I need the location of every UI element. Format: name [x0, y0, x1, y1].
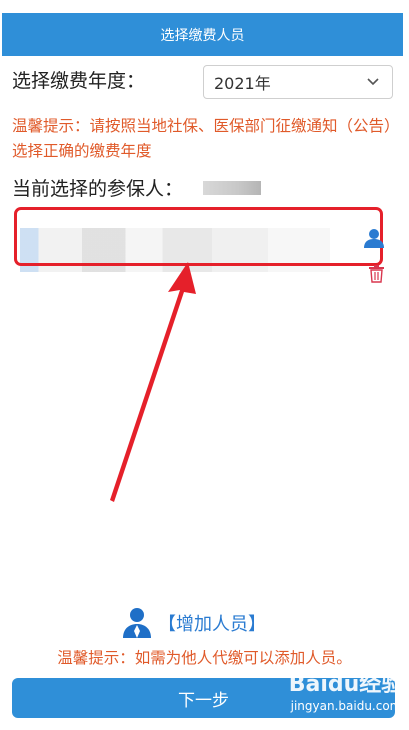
- annotation-highlight-box: [14, 207, 383, 266]
- watermark-brand: Baidu经验: [288, 672, 404, 697]
- current-insured-name-redacted: [203, 181, 261, 195]
- trash-icon[interactable]: [368, 265, 385, 283]
- page-title: 选择缴费人员: [160, 27, 245, 44]
- add-person-tip: 温馨提示：如需为他人代缴可以添加人员。: [57, 649, 352, 667]
- next-step-label: 下一步: [178, 690, 229, 711]
- person-add-icon: [123, 608, 151, 638]
- watermark-url: jingyan.baidu.com: [290, 699, 402, 713]
- current-insured-label: 当前选择的参保人：: [12, 178, 184, 200]
- watermark: Baidu经验 jingyan.baidu.com: [286, 672, 406, 724]
- year-label: 选择缴费年度：: [12, 70, 146, 92]
- add-person-button[interactable]: 【增加人员】: [122, 605, 266, 641]
- annotation-arrow: [110, 262, 196, 502]
- year-select[interactable]: 2021年: [203, 65, 393, 99]
- add-person-label: 【增加人员】: [158, 614, 266, 635]
- year-tip: 温馨提示：请按照当地社保、医保部门征缴通知（公告）选择正确的缴费年度: [12, 117, 400, 160]
- person-icon[interactable]: [363, 227, 385, 249]
- year-select-value: 2021年: [214, 74, 271, 93]
- page-header: 选择缴费人员: [2, 13, 403, 56]
- chevron-down-icon: [367, 78, 379, 86]
